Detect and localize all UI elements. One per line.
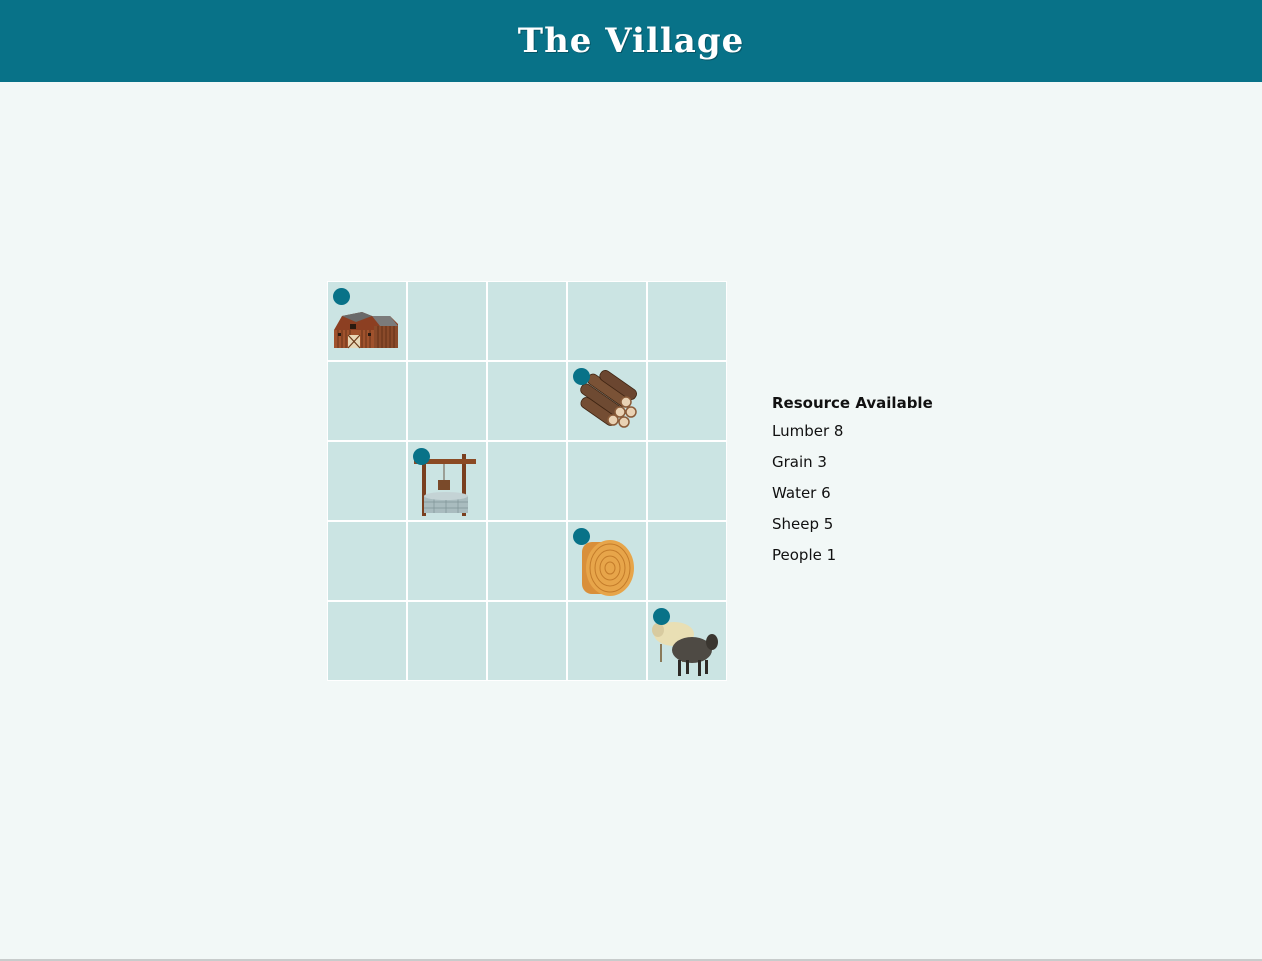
grid-cell[interactable] xyxy=(328,362,406,440)
grid-cell[interactable] xyxy=(648,442,726,520)
grid-cell[interactable] xyxy=(568,282,646,360)
grid-cell[interactable] xyxy=(648,362,726,440)
grid-cell[interactable] xyxy=(328,522,406,600)
grid-cell[interactable] xyxy=(648,282,726,360)
resource-sheep: Sheep 5 xyxy=(772,515,834,533)
grid-cell[interactable] xyxy=(408,522,486,600)
grid-cell[interactable] xyxy=(488,602,566,680)
resource-panel: Resource Available Lumber 8 Grain 3 Wate… xyxy=(772,393,972,576)
grid-cell[interactable] xyxy=(568,362,646,440)
grid-cell[interactable] xyxy=(408,602,486,680)
grid-cell[interactable] xyxy=(408,442,486,520)
app-header: The Village xyxy=(0,0,1262,82)
marker-dot[interactable] xyxy=(573,528,590,545)
grid-cell[interactable] xyxy=(568,522,646,600)
resource-people: People 1 xyxy=(772,546,837,564)
resource-lumber: Lumber 8 xyxy=(772,422,844,440)
grid-cell[interactable] xyxy=(648,602,726,680)
marker-dot[interactable] xyxy=(333,288,350,305)
grid-cell[interactable] xyxy=(568,602,646,680)
grid-cell[interactable] xyxy=(408,282,486,360)
grid-cell[interactable] xyxy=(488,282,566,360)
page-title: The Village xyxy=(517,21,745,61)
grid-cell[interactable] xyxy=(488,362,566,440)
grid-cell[interactable] xyxy=(648,522,726,600)
grid-cell[interactable] xyxy=(568,442,646,520)
resource-water: Water 6 xyxy=(772,484,831,502)
resource-heading: Resource Available xyxy=(772,394,933,412)
village-grid xyxy=(327,281,727,681)
resource-grain: Grain 3 xyxy=(772,453,827,471)
marker-dot[interactable] xyxy=(413,448,430,465)
grid-cell[interactable] xyxy=(328,602,406,680)
grid-cell[interactable] xyxy=(328,282,406,360)
grid-cell[interactable] xyxy=(488,442,566,520)
marker-dot[interactable] xyxy=(653,608,670,625)
grid-cell[interactable] xyxy=(328,442,406,520)
marker-dot[interactable] xyxy=(573,368,590,385)
grid-cell[interactable] xyxy=(408,362,486,440)
grid-cell[interactable] xyxy=(488,522,566,600)
